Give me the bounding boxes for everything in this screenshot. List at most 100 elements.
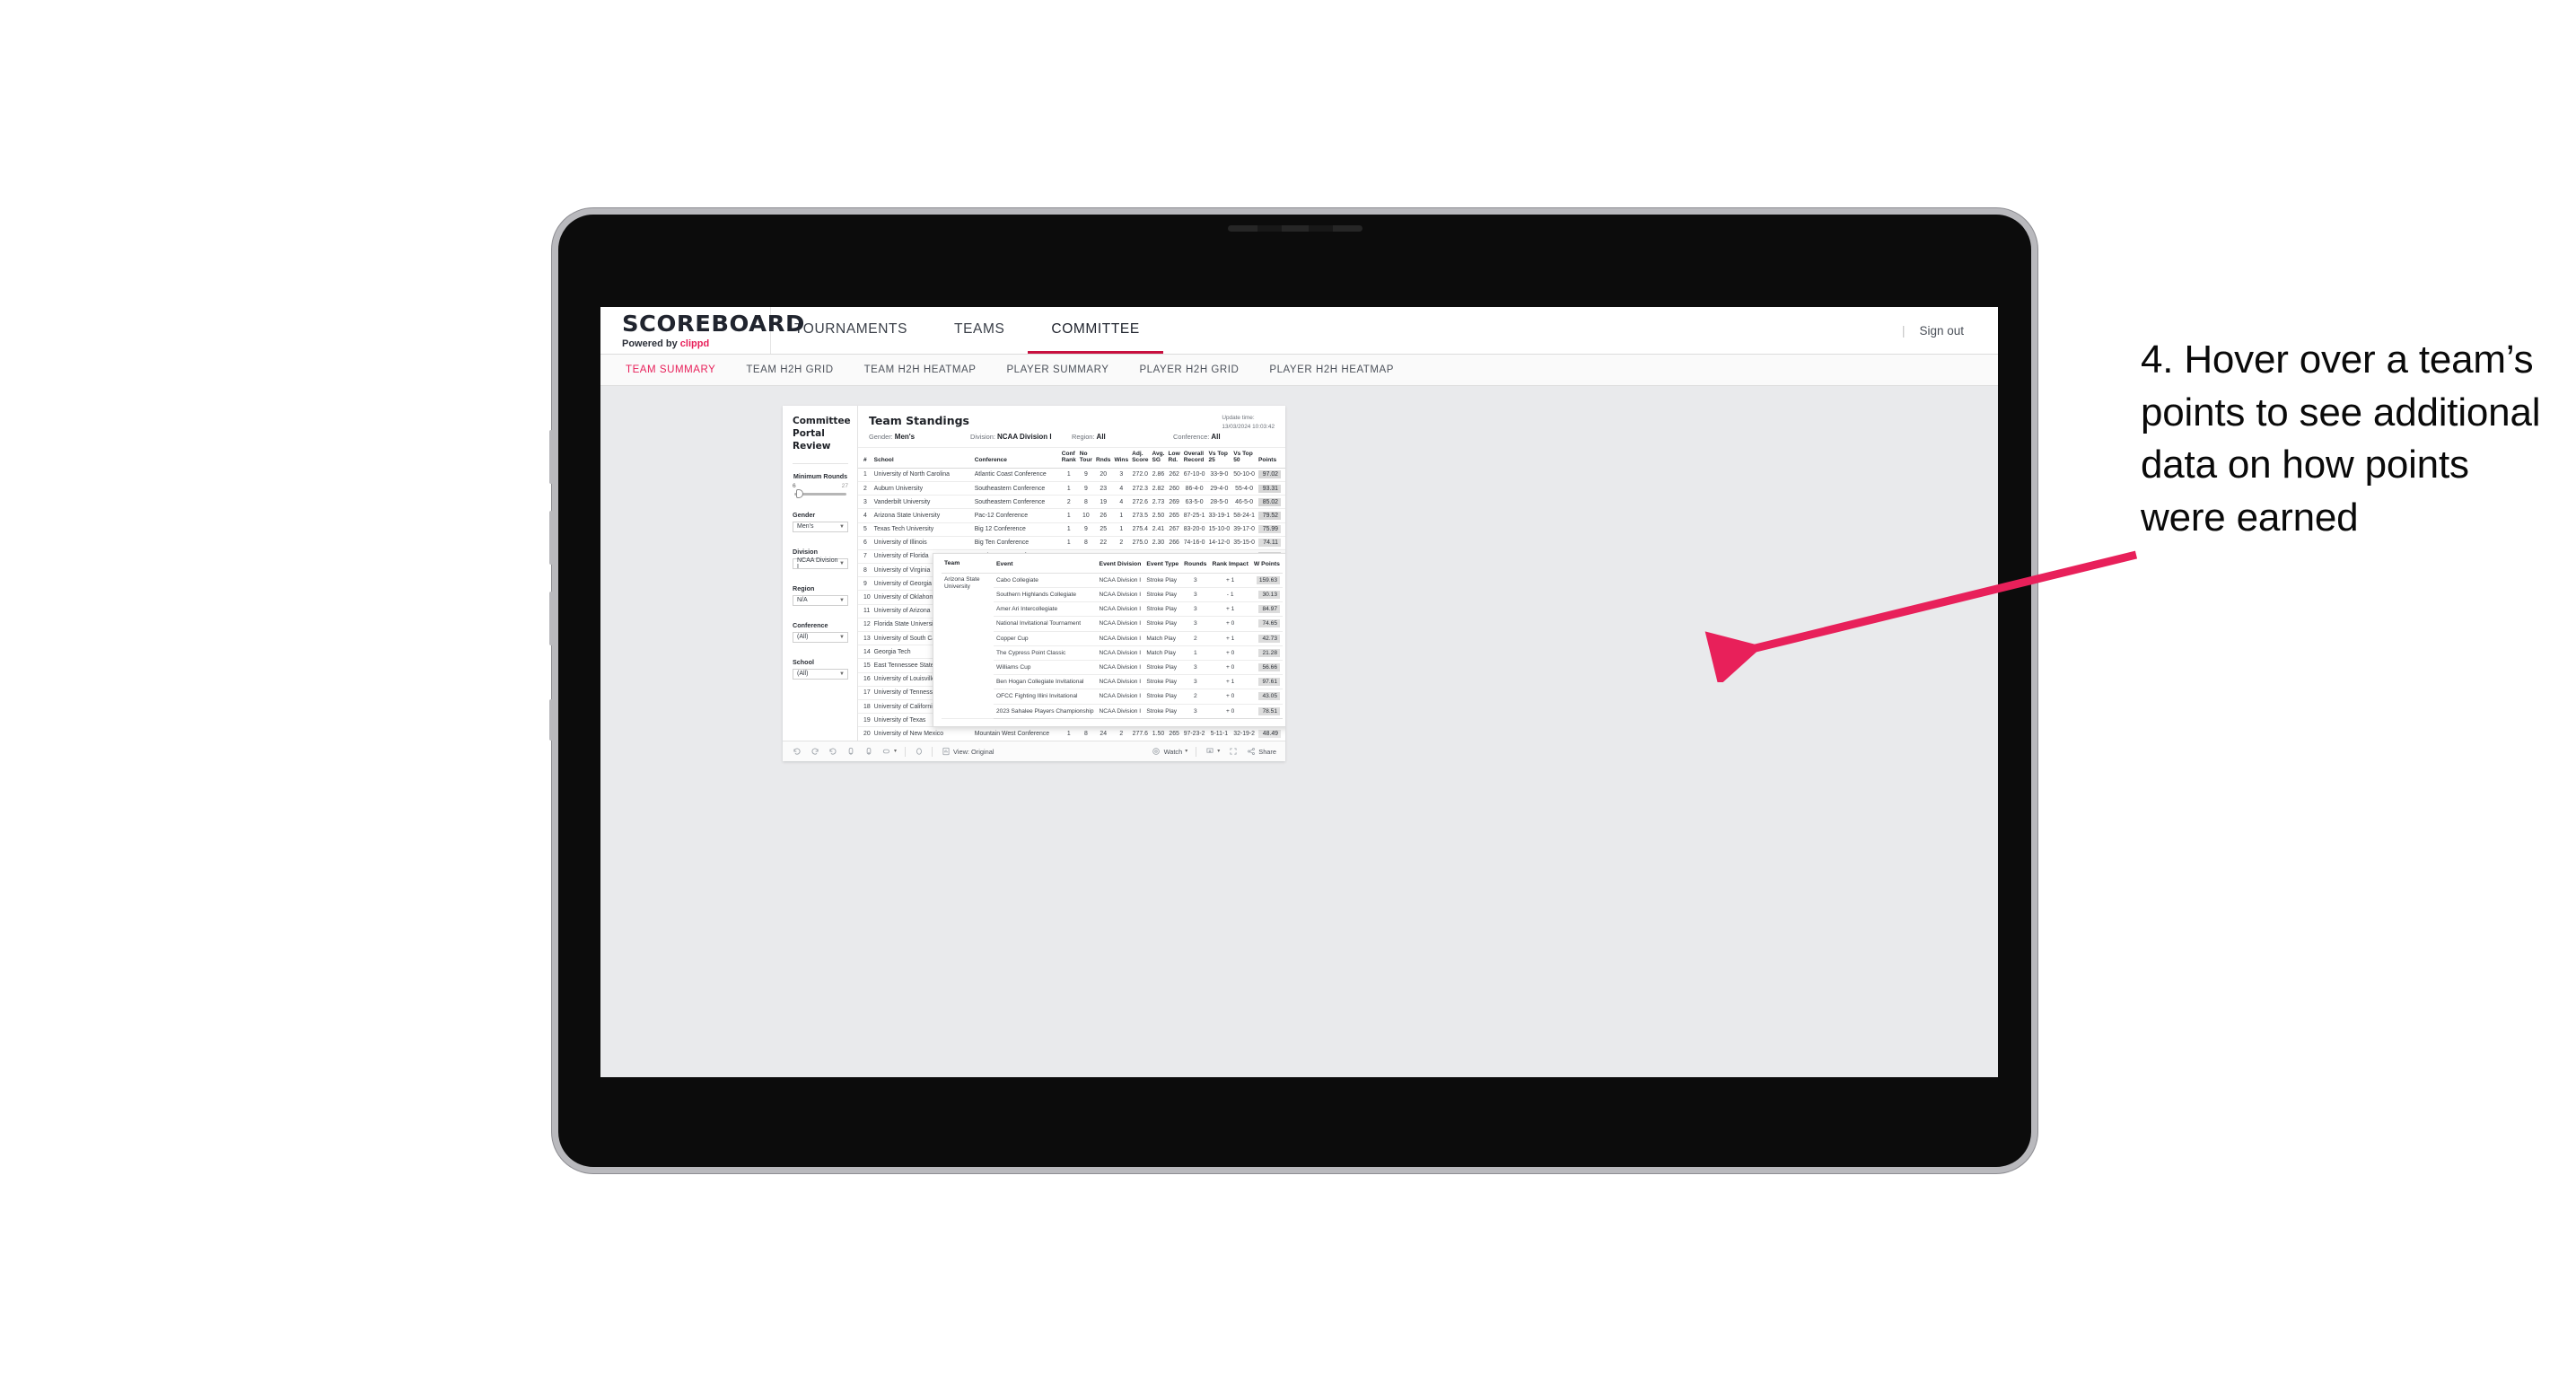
- cell-conference: Mountain West Conference: [972, 726, 1060, 741]
- tab-team-h2h-heatmap[interactable]: TEAM H2H HEATMAP: [864, 364, 977, 375]
- watch-menu[interactable]: Watch ▾: [1152, 747, 1187, 757]
- power-button[interactable]: [549, 699, 553, 741]
- points-value[interactable]: 97.02: [1258, 470, 1281, 479]
- col-adj-score[interactable]: Adj. Score: [1130, 448, 1151, 469]
- pause-updates-icon[interactable]: [863, 747, 873, 757]
- col-rnds[interactable]: Rnds: [1093, 448, 1113, 469]
- brand-logo[interactable]: SCOREBOARD Powered by clippd: [600, 307, 804, 354]
- cell-no-tour: 8: [1077, 495, 1094, 510]
- tab-team-h2h-grid[interactable]: TEAM H2H GRID: [746, 364, 833, 375]
- tooltip-w-points-value: 84.97: [1258, 605, 1280, 614]
- cell-rnds: 22: [1093, 536, 1113, 550]
- undo-icon[interactable]: [792, 747, 802, 757]
- points-value[interactable]: 93.31: [1258, 484, 1281, 493]
- col-overall-record[interactable]: Overall Record: [1181, 448, 1207, 469]
- cell-points[interactable]: 48.49: [1257, 726, 1285, 741]
- division-select[interactable]: NCAA Division I ▼: [793, 557, 848, 570]
- volume-up-button[interactable]: [549, 430, 553, 484]
- points-value[interactable]: 85.02: [1258, 497, 1281, 506]
- col-no-tour[interactable]: No Tour: [1077, 448, 1094, 469]
- minimum-rounds-slider[interactable]: [794, 489, 846, 499]
- col-rank[interactable]: #: [858, 448, 872, 469]
- cell-conference: Southeastern Conference: [972, 481, 1060, 496]
- nav-item-teams[interactable]: TEAMS: [931, 307, 1028, 354]
- chevron-down-icon: ▼: [839, 523, 845, 530]
- download-menu[interactable]: ▾: [1205, 747, 1220, 757]
- school-select[interactable]: (All) ▼: [793, 668, 848, 680]
- points-value[interactable]: 75.99: [1258, 525, 1281, 534]
- tooltip-cell-type: Stroke Play: [1143, 587, 1182, 603]
- fullscreen-icon[interactable]: [1228, 747, 1238, 757]
- col-low-rd[interactable]: Low Rd.: [1166, 448, 1182, 469]
- cell-points[interactable]: 74.11: [1257, 536, 1285, 550]
- cell-points[interactable]: 97.02: [1257, 468, 1285, 482]
- conference-label: Conference: [793, 620, 828, 629]
- tooltip-w-points-value: 97.61: [1258, 678, 1280, 687]
- nav-item-committee[interactable]: COMMITTEE: [1028, 307, 1163, 354]
- table-row[interactable]: 3 Vanderbilt University Southeastern Confe…: [858, 495, 1285, 510]
- view-icon: [941, 747, 951, 757]
- cell-rank: 4: [858, 508, 872, 523]
- alerts-icon[interactable]: [914, 747, 924, 757]
- tooltip-w-points-value: 78.51: [1258, 706, 1280, 715]
- tooltip-table-body: Arizona State University Cabo Collegiate N…: [942, 573, 1283, 719]
- highlight-menu[interactable]: ▾: [881, 747, 897, 757]
- tab-player-h2h-grid[interactable]: PLAYER H2H GRID: [1139, 364, 1239, 375]
- tooltip-cell-impact: - 1: [1209, 587, 1251, 603]
- cell-overall-record: 87-25-1: [1181, 508, 1207, 523]
- tab-player-h2h-heatmap[interactable]: PLAYER H2H HEATMAP: [1269, 364, 1394, 375]
- revert-icon[interactable]: [828, 747, 837, 757]
- volume-down-button[interactable]: [549, 511, 553, 565]
- refresh-data-icon[interactable]: [846, 747, 855, 757]
- cell-low-rd: 267: [1166, 522, 1182, 537]
- standings-pane: Team Standings Gender: Men's Division: N…: [858, 406, 1285, 741]
- col-conference[interactable]: Conference: [972, 448, 1060, 469]
- points-value[interactable]: 74.11: [1258, 539, 1281, 548]
- conference-select[interactable]: (All) ▼: [793, 631, 848, 643]
- table-row[interactable]: 1 University of North Carolina Atlantic Co…: [858, 468, 1285, 482]
- cell-points[interactable]: 75.99: [1257, 522, 1285, 537]
- standings-meta: Gender: Men's Division: NCAA Division I …: [869, 433, 1275, 441]
- cell-points[interactable]: 79.52: [1257, 508, 1285, 523]
- cell-rank: 20: [858, 726, 872, 741]
- table-row[interactable]: 4 Arizona State University Pac-12 Conferen…: [858, 508, 1285, 523]
- top-nav-right: | Sign out: [1902, 307, 1998, 354]
- cell-wins: 2: [1112, 536, 1131, 550]
- points-value[interactable]: 79.52: [1258, 511, 1281, 520]
- col-school[interactable]: School: [872, 448, 973, 469]
- redo-icon[interactable]: [810, 747, 819, 757]
- cell-points[interactable]: 85.02: [1257, 495, 1285, 510]
- col-points[interactable]: Points: [1257, 448, 1285, 469]
- col-vs-top-50[interactable]: Vs Top 50: [1231, 448, 1257, 469]
- tab-team-summary[interactable]: TEAM SUMMARY: [626, 364, 715, 375]
- table-row[interactable]: 6 University of Illinois Big Ten Conferenc…: [858, 536, 1285, 550]
- gender-select[interactable]: Men's ▼: [793, 521, 848, 532]
- cell-points[interactable]: 93.31: [1257, 481, 1285, 496]
- tab-player-summary[interactable]: PLAYER SUMMARY: [1006, 364, 1108, 375]
- side-button[interactable]: [549, 592, 553, 645]
- table-row[interactable]: 5 Texas Tech University Big 12 Conference 1…: [858, 522, 1285, 537]
- meta-conference-value: All: [1211, 433, 1221, 441]
- cell-wins: 4: [1112, 481, 1131, 496]
- col-avg-sg[interactable]: Avg. SG: [1150, 448, 1167, 469]
- tooltip-cell-impact: + 0: [1209, 645, 1251, 661]
- sign-out-link[interactable]: Sign out: [1919, 324, 1964, 338]
- share-button[interactable]: Share: [1246, 747, 1276, 757]
- col-vs-top-25[interactable]: Vs Top 25: [1206, 448, 1232, 469]
- cell-conf-rank: 1: [1059, 726, 1078, 741]
- points-value[interactable]: 48.49: [1258, 729, 1281, 738]
- viz-body: Committee Portal Review Minimum Rounds 6…: [783, 406, 1285, 741]
- meta-division-label: Division:: [970, 433, 995, 441]
- col-conf-rank[interactable]: Conf Rank: [1059, 448, 1078, 469]
- cell-rnds: 25: [1093, 522, 1113, 537]
- minimum-rounds-slider-handle[interactable]: [796, 489, 803, 499]
- table-row[interactable]: 20 University of New Mexico Mountain West …: [858, 726, 1285, 741]
- table-row[interactable]: 2 Auburn University Southeastern Conferenc…: [858, 481, 1285, 496]
- cell-wins: 3: [1112, 468, 1131, 482]
- view-original-label: View: Original: [953, 747, 994, 756]
- region-select[interactable]: N/A ▼: [793, 594, 848, 606]
- view-original-button[interactable]: View: Original: [941, 747, 994, 757]
- col-wins[interactable]: Wins: [1112, 448, 1131, 469]
- toolbar-divider: [932, 746, 933, 757]
- tooltip-cell-impact: + 1: [1209, 601, 1251, 618]
